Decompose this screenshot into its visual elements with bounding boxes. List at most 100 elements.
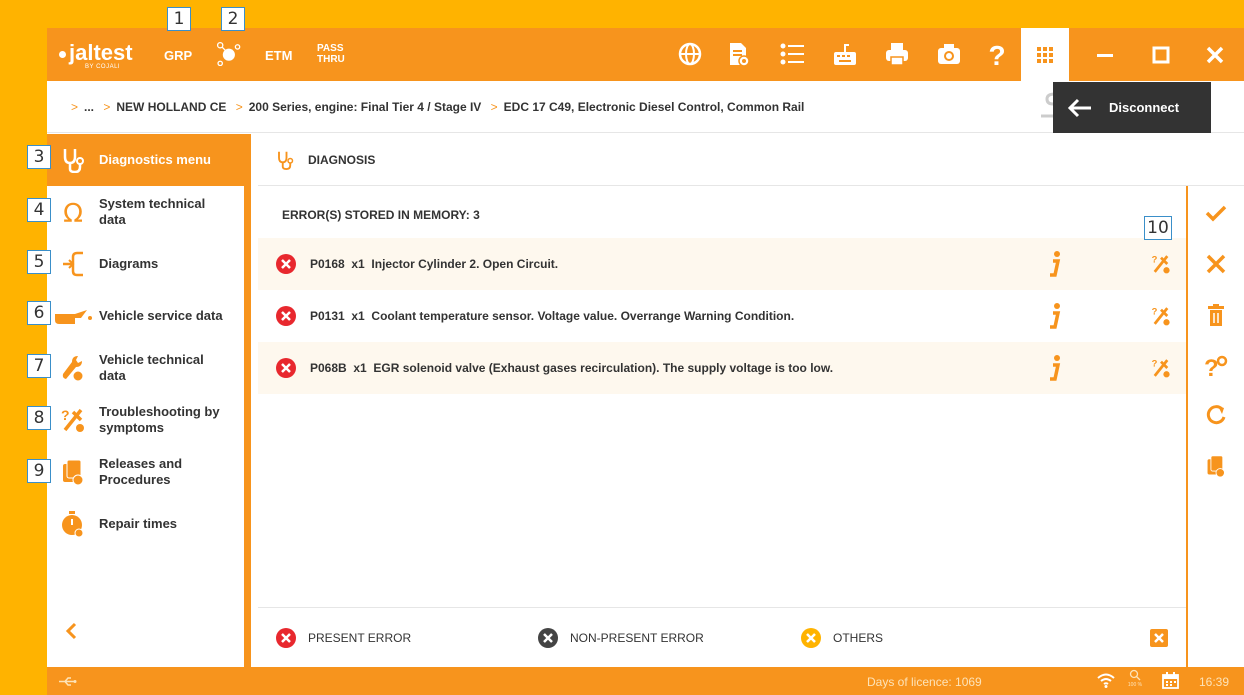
close-icon <box>1206 254 1226 274</box>
maximize-icon <box>1152 46 1170 64</box>
svg-text:?: ? <box>1152 305 1158 316</box>
licence-days: Days of licence: 1069 <box>867 675 982 689</box>
breadcrumb-item[interactable]: 200 Series, engine: Final Tier 4 / Stage… <box>249 100 482 114</box>
procedures-button[interactable] <box>1188 454 1244 478</box>
trash-icon <box>1208 304 1224 326</box>
breadcrumb: >... > NEW HOLLAND CE >200 Series, engine… <box>71 100 805 114</box>
legend-present: PRESENT ERROR <box>276 628 411 648</box>
sidebar-item-repair-times[interactable]: Repair times <box>47 498 244 550</box>
callout-5: 5 <box>27 250 51 274</box>
zoom-indicator[interactable]: 100 % <box>1125 669 1145 688</box>
wrench-globe-icon <box>62 356 84 382</box>
apps-grid-button[interactable] <box>1021 28 1069 82</box>
troubleshoot-icon[interactable]: ? <box>1150 253 1172 275</box>
breadcrumb-item[interactable]: NEW HOLLAND CE <box>116 100 226 114</box>
present-error-icon <box>276 306 296 326</box>
svg-text:?: ? <box>1152 357 1158 368</box>
arrow-left-icon <box>1067 98 1091 117</box>
troubleshoot-icon[interactable]: ? <box>1150 357 1172 379</box>
help-wrench-icon: ? <box>1204 355 1228 378</box>
title-bar: jaltest BY COJALI GRP ETM PASS THRU ? <box>47 28 1244 82</box>
close-legend-icon[interactable] <box>1150 629 1168 647</box>
callout-4: 4 <box>27 198 51 222</box>
camera-icon[interactable] <box>934 39 964 69</box>
callout-7: 7 <box>27 354 51 378</box>
usb-icon <box>59 677 77 686</box>
page-title: DIAGNOSIS <box>308 152 376 167</box>
svg-text:?: ? <box>1204 355 1219 378</box>
list-icon[interactable] <box>777 39 807 69</box>
callout-3: 3 <box>27 145 51 169</box>
present-error-icon <box>276 254 296 274</box>
sidebar-item-vehicle-technical-data[interactable]: Vehicle technical data <box>47 342 244 394</box>
refresh-button[interactable] <box>1188 404 1244 426</box>
sidebar-item-diagrams[interactable]: Diagrams <box>47 238 244 290</box>
pass-thru-button[interactable]: PASS THRU <box>317 43 345 65</box>
error-row[interactable]: P068B x1 EGR solenoid valve (Exhaust gas… <box>258 342 1186 394</box>
info-icon[interactable] <box>1048 251 1062 277</box>
wifi-icon <box>1097 673 1115 688</box>
error-row[interactable]: P0131 x1 Coolant temperature sensor. Vol… <box>258 290 1186 342</box>
keyboard-icon[interactable] <box>830 39 860 69</box>
disconnect-button[interactable]: Disconnect <box>1053 82 1211 133</box>
callout-8: 8 <box>27 406 51 430</box>
network-nodes-icon[interactable] <box>213 38 243 68</box>
minimize-icon <box>1097 54 1113 57</box>
callout-6: 6 <box>27 301 51 325</box>
close-icon <box>1206 46 1224 64</box>
calendar-icon[interactable] <box>1162 672 1179 689</box>
sidebar-item-troubleshooting[interactable]: ? Troubleshooting by symptoms <box>47 394 244 446</box>
svg-text:Ω: Ω <box>63 199 83 225</box>
help-wrench-button[interactable]: ? <box>1188 354 1244 378</box>
etm-button[interactable]: ETM <box>265 48 292 63</box>
info-icon[interactable] <box>1048 355 1062 381</box>
legend: PRESENT ERROR NON-PRESENT ERROR OTHERS <box>258 607 1186 667</box>
sidebar-item-diagnostics-menu[interactable]: Diagnostics menu <box>47 134 244 186</box>
oil-can-icon <box>55 310 92 324</box>
help-icon[interactable]: ? <box>982 39 1012 69</box>
printer-icon[interactable] <box>882 39 912 69</box>
check-icon <box>1205 205 1227 222</box>
sidebar-item-vehicle-service-data[interactable]: Vehicle service data <box>47 290 244 342</box>
sidebar-item-releases-procedures[interactable]: Releases and Procedures <box>47 446 244 498</box>
sidebar-item-system-technical-data[interactable]: Ω System technical data <box>47 186 244 238</box>
jaltest-logo: jaltest BY COJALI <box>59 40 133 70</box>
legend-non-present: NON-PRESENT ERROR <box>538 628 704 648</box>
breadcrumb-item[interactable]: ... <box>84 100 94 114</box>
legend-others: OTHERS <box>801 628 883 648</box>
troubleshoot-icon[interactable]: ? <box>1150 305 1172 327</box>
non-present-error-icon <box>538 628 558 648</box>
sidebar: Diagnostics menu Ω System technical data… <box>47 134 251 667</box>
error-list-panel: ERROR(S) STORED IN MEMORY: 3 P0168 x1 In… <box>258 186 1186 607</box>
callout-2: 2 <box>221 7 245 31</box>
minimize-button[interactable] <box>1077 28 1133 82</box>
apps-grid-icon <box>1037 47 1053 63</box>
close-button[interactable] <box>1187 28 1243 82</box>
cancel-button[interactable] <box>1188 254 1244 274</box>
grp-button[interactable]: GRP <box>164 48 192 63</box>
breadcrumb-item[interactable]: EDC 17 C49, Electronic Diesel Control, C… <box>504 100 805 114</box>
svg-text:?: ? <box>988 41 1005 67</box>
delete-button[interactable] <box>1188 304 1244 326</box>
stethoscope-icon <box>63 149 84 173</box>
error-row[interactable]: P0168 x1 Injector Cylinder 2. Open Circu… <box>258 238 1186 290</box>
callout-1: 1 <box>167 7 191 31</box>
maximize-button[interactable] <box>1133 28 1189 82</box>
callout-10: 10 <box>1144 216 1172 240</box>
omega-icon: Ω <box>63 199 83 225</box>
troubleshoot-icon: ? <box>61 407 84 432</box>
info-icon[interactable] <box>1048 303 1062 329</box>
procedures-icon <box>63 459 84 486</box>
app-window: jaltest BY COJALI GRP ETM PASS THRU ? > … <box>47 28 1244 695</box>
clock: 16:39 <box>1199 675 1230 689</box>
document-view-icon[interactable] <box>723 39 753 69</box>
refresh-icon <box>1206 405 1226 425</box>
status-bar: Days of licence: 1069 100 % 16:39 <box>47 667 1244 695</box>
errors-title: ERROR(S) STORED IN MEMORY: 3 <box>282 208 480 222</box>
confirm-button[interactable] <box>1188 204 1244 222</box>
stethoscope-icon <box>278 151 294 170</box>
chevron-left-icon[interactable] <box>65 622 77 640</box>
globe-icon[interactable] <box>675 39 705 69</box>
present-error-icon <box>276 628 296 648</box>
stopwatch-icon <box>62 511 84 538</box>
